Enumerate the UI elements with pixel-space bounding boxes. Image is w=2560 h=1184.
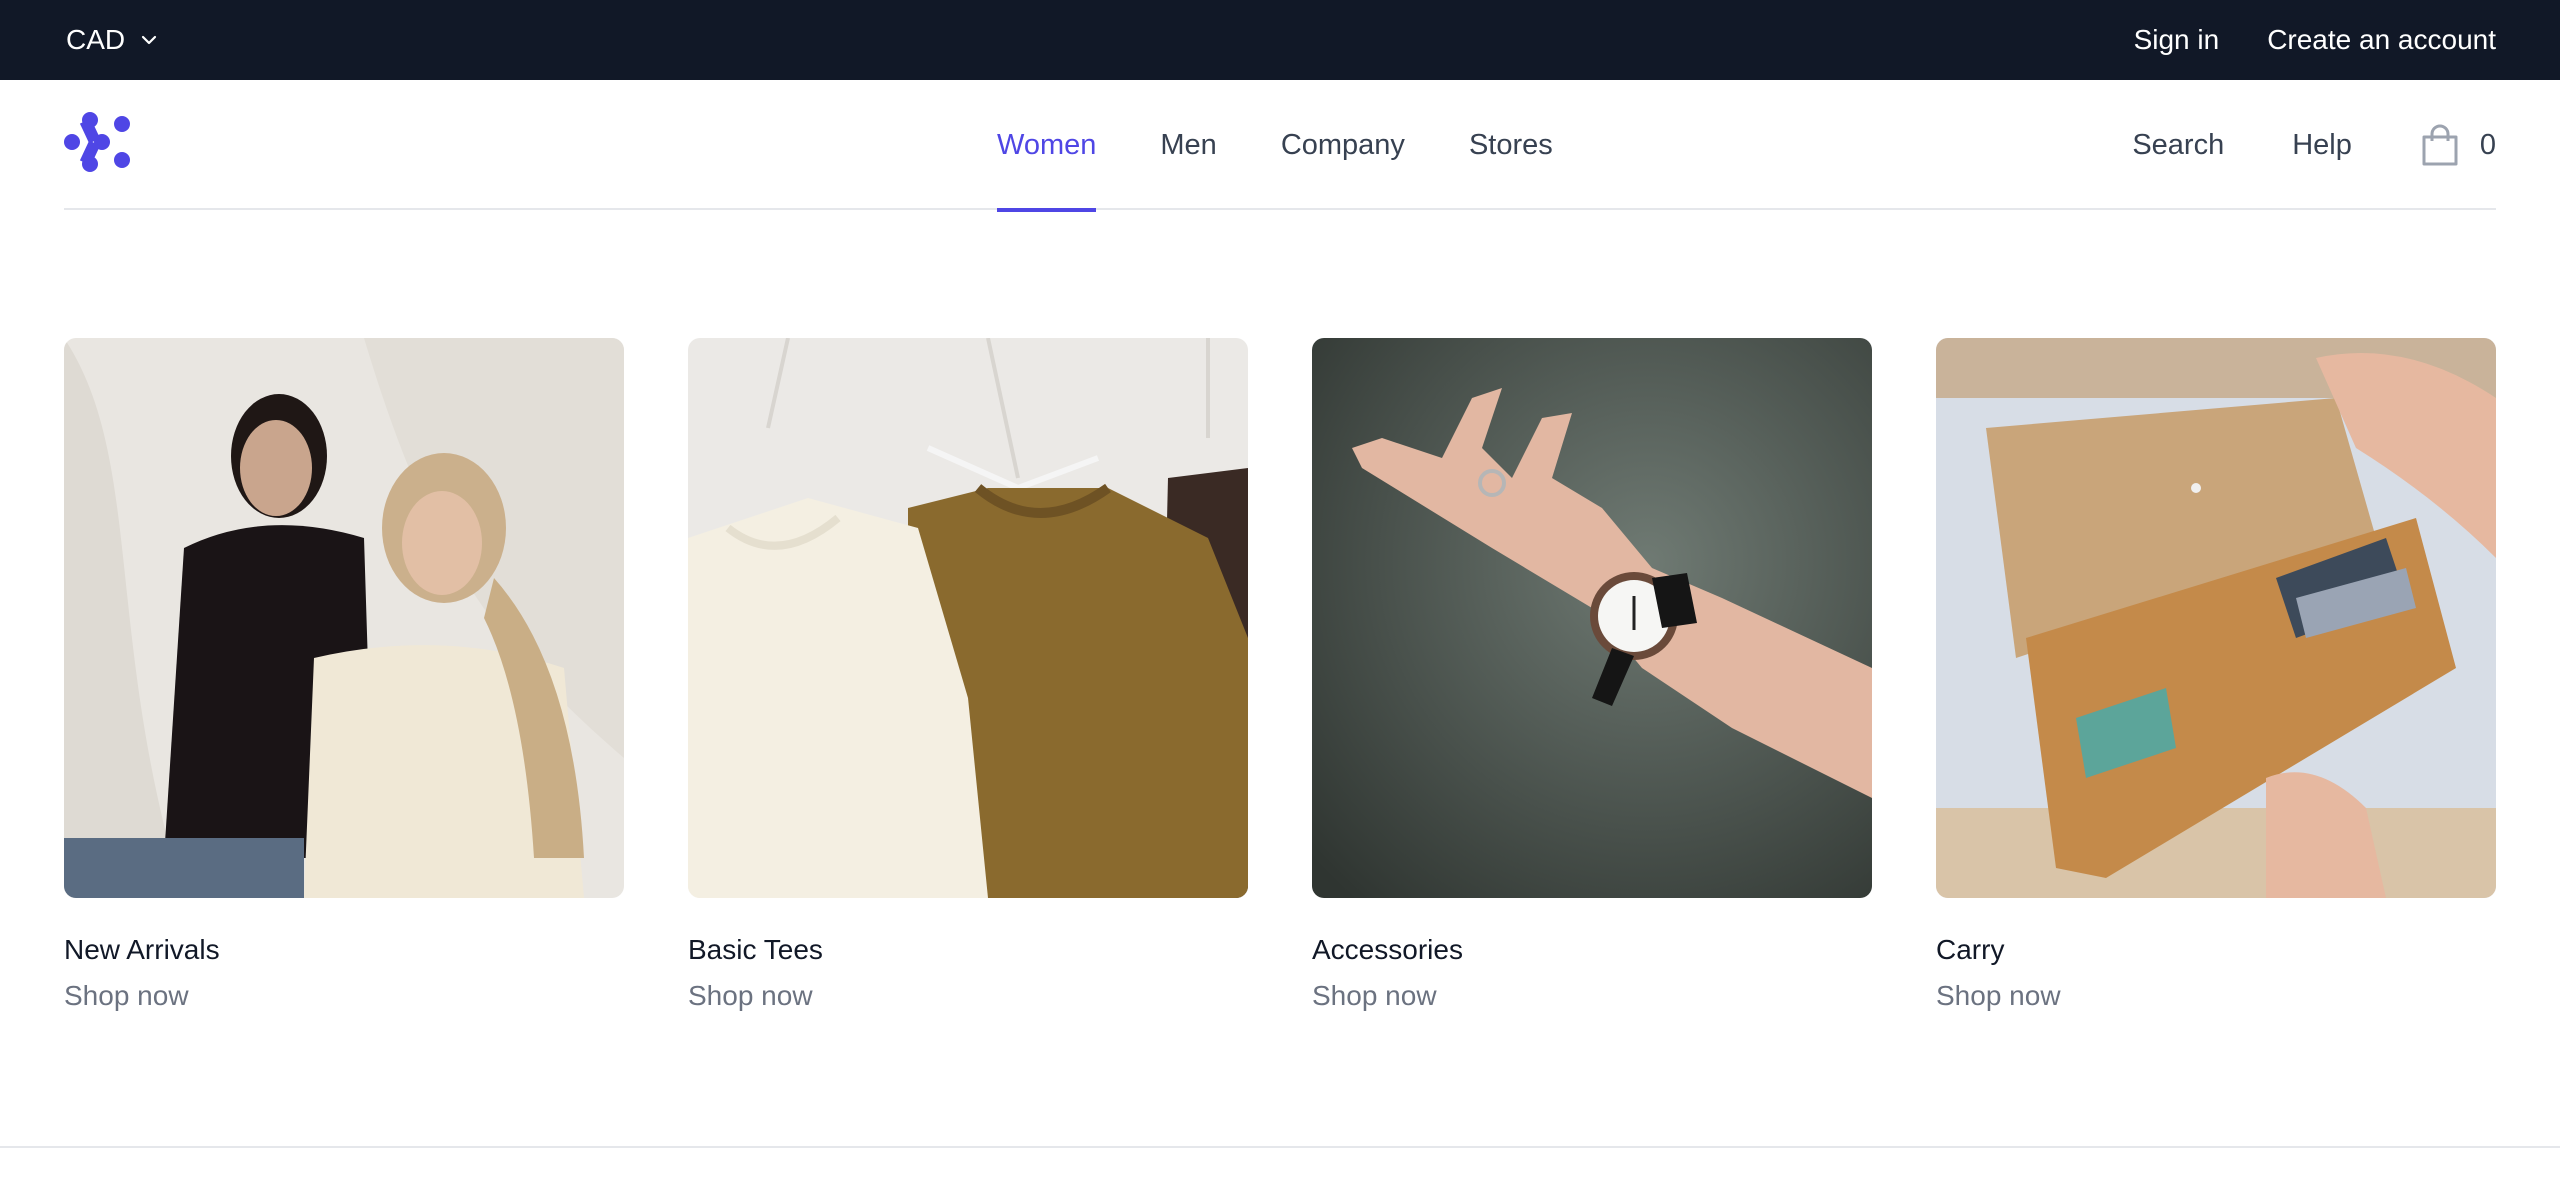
help-link[interactable]: Help [2292,129,2352,162]
category-nav: Women Men Company Stores [997,80,1553,212]
nav-item-company[interactable]: Company [1281,80,1405,210]
create-account-link[interactable]: Create an account [2267,24,2496,56]
cart-button[interactable]: 0 [2420,123,2496,167]
utility-nav: Search Help 0 [2132,80,2496,210]
category-title: Carry [1936,934,2005,965]
shopping-bag-icon [2422,124,2458,166]
shop-now-link[interactable]: Shop now [688,980,1248,1012]
category-grid: New Arrivals Shop now Basic Tees Shop no… [64,338,2496,1012]
sign-in-link[interactable]: Sign in [2134,24,2220,56]
category-title: Basic Tees [688,934,823,965]
footer-divider [0,1146,2560,1148]
currency-selector[interactable]: CAD [66,0,161,80]
main-navigation: Women Men Company Stores Search Help 0 [64,80,2496,212]
category-title: New Arrivals [64,934,220,965]
search-link[interactable]: Search [2132,129,2224,162]
carry-image [1936,338,2496,898]
account-links: Sign in Create an account [2134,0,2496,80]
accessories-image [1312,338,1872,898]
top-bar: CAD Sign in Create an account [0,0,2560,80]
category-card-new-arrivals[interactable]: New Arrivals Shop now [64,338,624,1012]
category-card-basic-tees[interactable]: Basic Tees Shop now [688,338,1248,1012]
shop-now-link[interactable]: Shop now [1936,980,2496,1012]
nav-item-women[interactable]: Women [997,80,1097,212]
cart-count: 0 [2479,128,2496,161]
shop-now-link[interactable]: Shop now [1312,980,1872,1012]
category-title: Accessories [1312,934,1463,965]
nav-item-stores[interactable]: Stores [1469,80,1553,210]
category-card-accessories[interactable]: Accessories Shop now [1312,338,1872,1012]
currency-label: CAD [66,24,126,55]
nav-item-men[interactable]: Men [1160,80,1216,210]
basic-tees-image [688,338,1248,898]
shop-now-link[interactable]: Shop now [64,980,624,1012]
category-card-carry[interactable]: Carry Shop now [1936,338,2496,1012]
new-arrivals-image [64,338,624,898]
brand-logo-icon[interactable] [64,110,132,174]
chevron-down-icon [142,35,157,45]
